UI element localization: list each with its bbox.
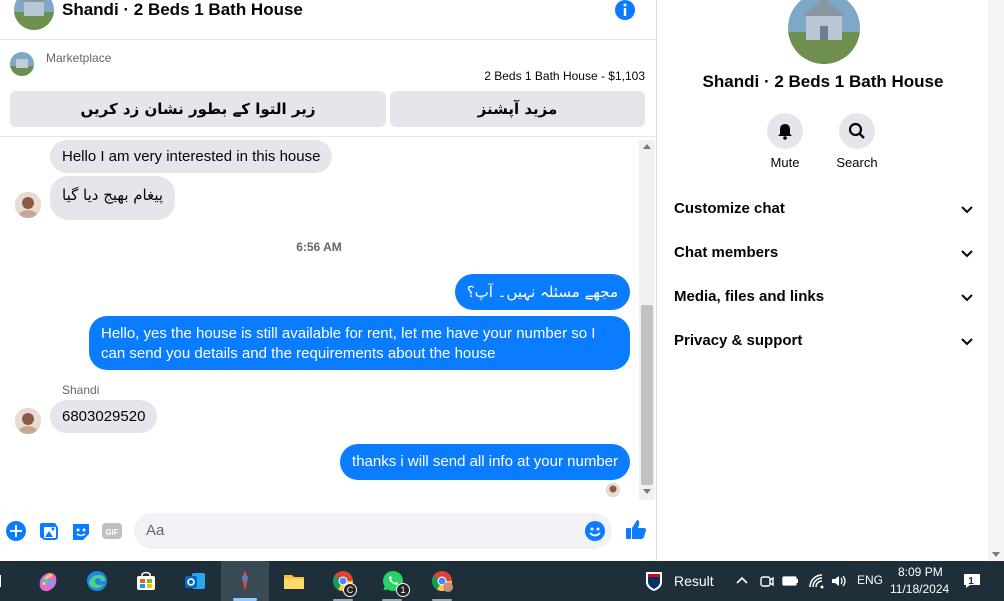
nfl-logo-icon[interactable] <box>642 567 666 595</box>
chevron-down-icon <box>961 338 973 346</box>
section-label: Privacy & support <box>674 332 803 349</box>
search-button[interactable] <box>839 113 875 149</box>
mute-button[interactable] <box>767 113 803 149</box>
clock-date[interactable]: 11/18/2024 <box>890 582 949 596</box>
section-media-files-links[interactable]: Media, files and links <box>674 283 974 313</box>
emoji-icon[interactable] <box>584 520 606 542</box>
search-icon <box>848 122 865 139</box>
section-privacy-support[interactable]: Privacy & support <box>674 327 974 357</box>
mute-action[interactable]: Mute <box>755 113 815 170</box>
marketplace-label: Marketplace <box>46 51 112 65</box>
app-pin-icon[interactable] <box>231 567 259 595</box>
incoming-message[interactable]: 6803029520 <box>50 400 158 433</box>
chevron-down-icon <box>961 250 973 258</box>
incoming-message[interactable]: Hello I am very interested in this house <box>50 140 333 173</box>
details-title: Shandi · 2 Beds 1 Bath House <box>702 72 944 91</box>
page-scrollbar[interactable] <box>988 0 1004 561</box>
chrome-profile-icon[interactable] <box>428 567 456 595</box>
search-label: Search <box>836 155 878 170</box>
message-input-placeholder: Aa <box>146 522 165 539</box>
incoming-message[interactable]: پیغام بھیج دیا گیا <box>50 176 176 220</box>
sticker-icon[interactable] <box>70 520 92 542</box>
outgoing-message[interactable]: thanks i will send all info at your numb… <box>340 444 630 480</box>
battery-icon[interactable] <box>780 567 802 595</box>
plus-icon[interactable] <box>5 520 27 542</box>
file-explorer-icon[interactable] <box>280 567 308 595</box>
scroll-up-arrow-icon[interactable] <box>643 144 651 149</box>
outgoing-message[interactable]: Hello, yes the house is still available … <box>89 316 630 370</box>
message-scrollbar[interactable] <box>639 140 655 500</box>
gif-icon[interactable]: GIF <box>101 520 123 542</box>
bell-icon <box>778 124 792 140</box>
edge-icon[interactable] <box>83 567 111 595</box>
svg-text:GIF: GIF <box>105 528 118 537</box>
chat-details-pane: Shandi · 2 Beds 1 Bath House Mute Search… <box>658 0 988 561</box>
chat-pane: Shandi · 2 Beds 1 Bath House Marketplace… <box>0 0 657 561</box>
taskview-icon[interactable] <box>0 567 8 595</box>
section-label: Media, files and links <box>674 288 825 305</box>
scroll-thumb[interactable] <box>641 305 653 485</box>
message-timestamp: 6:56 AM <box>296 240 342 254</box>
listing-avatar[interactable] <box>14 0 54 30</box>
section-chat-members[interactable]: Chat members <box>674 239 974 269</box>
listing-price[interactable]: 2 Beds 1 Bath House - $1,103 <box>484 69 645 83</box>
chat-title: Shandi · 2 Beds 1 Bath House <box>62 0 303 19</box>
like-icon[interactable] <box>624 518 646 540</box>
notification-count: 1 <box>968 575 974 587</box>
message-input[interactable]: Aa <box>134 513 612 549</box>
contact-avatar[interactable] <box>15 408 41 434</box>
scroll-down-arrow-icon[interactable] <box>992 552 1000 557</box>
chevron-down-icon <box>961 206 973 214</box>
message-list: Hello I am very interested in this house… <box>0 138 638 500</box>
weather-widget-text[interactable]: Result <box>674 573 714 589</box>
outlook-icon[interactable] <box>181 567 209 595</box>
more-options-button[interactable]: مزید آپشنز <box>390 91 645 127</box>
meet-now-icon[interactable] <box>756 567 778 595</box>
composer: GIF Aa <box>0 508 657 554</box>
listing-thumbnail[interactable] <box>10 52 34 76</box>
sender-name: Shandi <box>62 383 100 397</box>
chat-header: Shandi · 2 Beds 1 Bath House <box>0 0 657 40</box>
volume-icon[interactable] <box>828 567 850 595</box>
store-icon[interactable] <box>132 567 160 595</box>
section-label: Customize chat <box>674 200 785 217</box>
search-action[interactable]: Search <box>827 113 887 170</box>
section-customize-chat[interactable]: Customize chat <box>674 195 974 225</box>
outgoing-message[interactable]: مجھے مسئلہ نہیں۔ آپ؟ <box>454 274 630 310</box>
listing-avatar-large[interactable] <box>788 0 860 64</box>
clock-time[interactable]: 8:09 PM <box>898 565 943 579</box>
chevron-down-icon <box>961 294 973 302</box>
seen-indicator-avatar <box>606 483 620 497</box>
gallery-icon[interactable] <box>38 520 60 542</box>
chevron-up-icon[interactable] <box>733 567 751 595</box>
language-indicator[interactable]: ENG <box>857 573 883 587</box>
wifi-icon[interactable] <box>806 567 828 595</box>
info-icon[interactable] <box>614 0 636 21</box>
chrome-profile-badge: C <box>343 583 357 597</box>
mark-pending-button[interactable]: زیر التوا کے بطور نشان زد کریں <box>10 91 386 127</box>
section-label: Chat members <box>674 244 779 261</box>
whatsapp-notification-badge: 1 <box>396 583 410 597</box>
contact-avatar[interactable] <box>15 192 41 218</box>
copilot-icon[interactable] <box>34 567 62 595</box>
windows-taskbar: C 1 Result ENG 8:09 PM 11/18/2024 1 <box>0 561 1004 601</box>
scroll-down-arrow-icon[interactable] <box>643 489 651 494</box>
marketplace-banner: Marketplace 2 Beds 1 Bath House - $1,103… <box>0 41 657 137</box>
mute-label: Mute <box>770 155 800 170</box>
